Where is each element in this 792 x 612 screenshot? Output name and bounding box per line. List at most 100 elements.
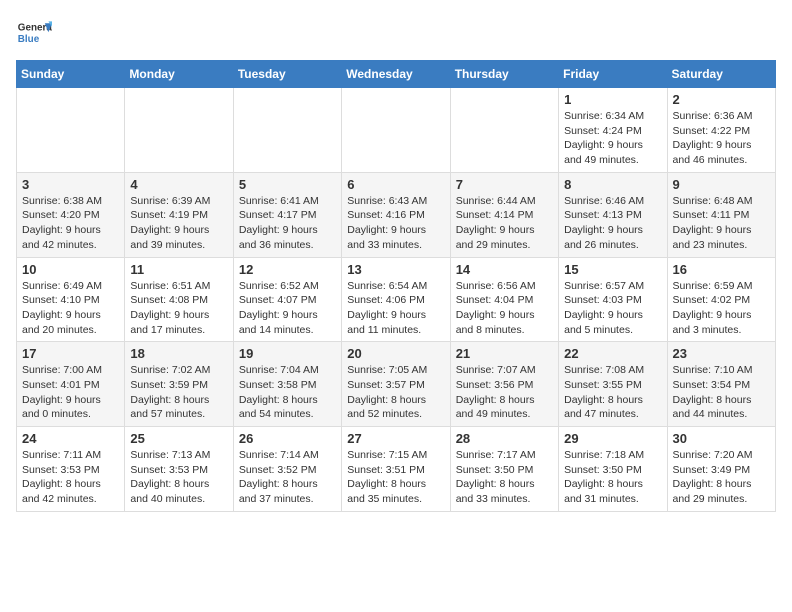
calendar-cell: 11 Sunrise: 6:51 AM Sunset: 4:08 PM Dayli… (125, 257, 233, 342)
day-number: 20 (347, 346, 444, 361)
day-number: 11 (130, 262, 227, 277)
day-number: 30 (673, 431, 770, 446)
day-info: Sunrise: 7:00 AM Sunset: 4:01 PM Dayligh… (22, 363, 119, 422)
day-number: 4 (130, 177, 227, 192)
day-number: 14 (456, 262, 553, 277)
calendar-cell (233, 88, 341, 173)
day-number: 3 (22, 177, 119, 192)
calendar-cell: 21Sunrise: 7:07 AM Sunset: 3:56 PM Dayli… (450, 342, 558, 427)
calendar-table: SundayMondayTuesdayWednesdayThursdayFrid… (16, 60, 776, 512)
day-info: Sunrise: 6:51 AM Sunset: 4:08 PM Dayligh… (130, 279, 227, 338)
day-info: Sunrise: 6:48 AM Sunset: 4:11 PM Dayligh… (673, 194, 770, 253)
day-info: Sunrise: 6:36 AM Sunset: 4:22 PM Dayligh… (673, 109, 770, 168)
day-info: Sunrise: 7:20 AM Sunset: 3:49 PM Dayligh… (673, 448, 770, 507)
day-info: Sunrise: 7:11 AM Sunset: 3:53 PM Dayligh… (22, 448, 119, 507)
day-number: 13 (347, 262, 444, 277)
week-row-3: 10 Sunrise: 6:49 AM Sunset: 4:10 PM Dayli… (17, 257, 776, 342)
day-header-sunday: Sunday (17, 61, 125, 88)
day-number: 2 (673, 92, 770, 107)
day-info: Sunrise: 6:41 AM Sunset: 4:17 PM Dayligh… (239, 194, 336, 253)
day-number: 25 (130, 431, 227, 446)
calendar-cell: 20 Sunrise: 7:05 AM Sunset: 3:57 PM Dayli… (342, 342, 450, 427)
calendar-cell: 26 Sunrise: 7:14 AM Sunset: 3:52 PM Dayli… (233, 427, 341, 512)
calendar-cell: 25 Sunrise: 7:13 AM Sunset: 3:53 PM Dayli… (125, 427, 233, 512)
week-row-1: 1 Sunrise: 6:34 AM Sunset: 4:24 PM Daylig… (17, 88, 776, 173)
calendar-cell: 15 Sunrise: 6:57 AM Sunset: 4:03 PM Dayli… (559, 257, 667, 342)
calendar-cell: 14 Sunrise: 6:56 AM Sunset: 4:04 PM Dayli… (450, 257, 558, 342)
day-header-friday: Friday (559, 61, 667, 88)
day-info: Sunrise: 6:56 AM Sunset: 4:04 PM Dayligh… (456, 279, 553, 338)
week-row-5: 24Sunrise: 7:11 AM Sunset: 3:53 PM Dayli… (17, 427, 776, 512)
day-info: Sunrise: 7:14 AM Sunset: 3:52 PM Dayligh… (239, 448, 336, 507)
calendar-cell: 22 Sunrise: 7:08 AM Sunset: 3:55 PM Dayli… (559, 342, 667, 427)
calendar-cell (450, 88, 558, 173)
day-header-monday: Monday (125, 61, 233, 88)
day-info: Sunrise: 6:38 AM Sunset: 4:20 PM Dayligh… (22, 194, 119, 253)
calendar-cell (342, 88, 450, 173)
calendar-cell: 4 Sunrise: 6:39 AM Sunset: 4:19 PM Daylig… (125, 172, 233, 257)
week-row-4: 17 Sunrise: 7:00 AM Sunset: 4:01 PM Dayli… (17, 342, 776, 427)
calendar-cell (17, 88, 125, 173)
day-number: 5 (239, 177, 336, 192)
calendar-cell: 17 Sunrise: 7:00 AM Sunset: 4:01 PM Dayli… (17, 342, 125, 427)
calendar-cell: 8Sunrise: 6:46 AM Sunset: 4:13 PM Daylig… (559, 172, 667, 257)
day-number: 7 (456, 177, 553, 192)
calendar-cell: 24Sunrise: 7:11 AM Sunset: 3:53 PM Dayli… (17, 427, 125, 512)
day-info: Sunrise: 7:08 AM Sunset: 3:55 PM Dayligh… (564, 363, 661, 422)
calendar-cell: 29Sunrise: 7:18 AM Sunset: 3:50 PM Dayli… (559, 427, 667, 512)
day-info: Sunrise: 6:34 AM Sunset: 4:24 PM Dayligh… (564, 109, 661, 168)
day-info: Sunrise: 7:02 AM Sunset: 3:59 PM Dayligh… (130, 363, 227, 422)
day-number: 19 (239, 346, 336, 361)
day-header-tuesday: Tuesday (233, 61, 341, 88)
week-row-2: 3 Sunrise: 6:38 AM Sunset: 4:20 PM Daylig… (17, 172, 776, 257)
day-number: 27 (347, 431, 444, 446)
calendar-cell: 23 Sunrise: 7:10 AM Sunset: 3:54 PM Dayli… (667, 342, 775, 427)
calendar-cell: 28Sunrise: 7:17 AM Sunset: 3:50 PM Dayli… (450, 427, 558, 512)
day-info: Sunrise: 6:43 AM Sunset: 4:16 PM Dayligh… (347, 194, 444, 253)
page-header: General Blue (16, 16, 776, 52)
day-number: 18 (130, 346, 227, 361)
logo-icon: General Blue (16, 16, 52, 52)
calendar-cell: 5 Sunrise: 6:41 AM Sunset: 4:17 PM Daylig… (233, 172, 341, 257)
calendar-cell: 2 Sunrise: 6:36 AM Sunset: 4:22 PM Daylig… (667, 88, 775, 173)
day-info: Sunrise: 7:04 AM Sunset: 3:58 PM Dayligh… (239, 363, 336, 422)
day-info: Sunrise: 6:52 AM Sunset: 4:07 PM Dayligh… (239, 279, 336, 338)
day-number: 6 (347, 177, 444, 192)
day-number: 21 (456, 346, 553, 361)
day-number: 17 (22, 346, 119, 361)
day-number: 9 (673, 177, 770, 192)
day-info: Sunrise: 6:49 AM Sunset: 4:10 PM Dayligh… (22, 279, 119, 338)
day-header-wednesday: Wednesday (342, 61, 450, 88)
day-number: 15 (564, 262, 661, 277)
calendar-cell: 30 Sunrise: 7:20 AM Sunset: 3:49 PM Dayli… (667, 427, 775, 512)
calendar-cell: 6 Sunrise: 6:43 AM Sunset: 4:16 PM Daylig… (342, 172, 450, 257)
day-info: Sunrise: 6:39 AM Sunset: 4:19 PM Dayligh… (130, 194, 227, 253)
calendar-cell: 16 Sunrise: 6:59 AM Sunset: 4:02 PM Dayli… (667, 257, 775, 342)
day-info: Sunrise: 7:15 AM Sunset: 3:51 PM Dayligh… (347, 448, 444, 507)
day-info: Sunrise: 6:59 AM Sunset: 4:02 PM Dayligh… (673, 279, 770, 338)
day-number: 26 (239, 431, 336, 446)
day-info: Sunrise: 6:57 AM Sunset: 4:03 PM Dayligh… (564, 279, 661, 338)
calendar-cell (125, 88, 233, 173)
day-number: 22 (564, 346, 661, 361)
day-number: 23 (673, 346, 770, 361)
calendar-cell: 13Sunrise: 6:54 AM Sunset: 4:06 PM Dayli… (342, 257, 450, 342)
calendar-cell: 3 Sunrise: 6:38 AM Sunset: 4:20 PM Daylig… (17, 172, 125, 257)
calendar-cell: 18 Sunrise: 7:02 AM Sunset: 3:59 PM Dayli… (125, 342, 233, 427)
day-header-saturday: Saturday (667, 61, 775, 88)
day-info: Sunrise: 7:13 AM Sunset: 3:53 PM Dayligh… (130, 448, 227, 507)
day-header-thursday: Thursday (450, 61, 558, 88)
calendar-cell: 1 Sunrise: 6:34 AM Sunset: 4:24 PM Daylig… (559, 88, 667, 173)
day-number: 12 (239, 262, 336, 277)
calendar-cell: 27 Sunrise: 7:15 AM Sunset: 3:51 PM Dayli… (342, 427, 450, 512)
day-number: 10 (22, 262, 119, 277)
day-info: Sunrise: 7:05 AM Sunset: 3:57 PM Dayligh… (347, 363, 444, 422)
day-number: 1 (564, 92, 661, 107)
svg-text:Blue: Blue (18, 34, 40, 45)
calendar-cell: 19 Sunrise: 7:04 AM Sunset: 3:58 PM Dayli… (233, 342, 341, 427)
day-number: 16 (673, 262, 770, 277)
day-number: 29 (564, 431, 661, 446)
calendar-cell: 7Sunrise: 6:44 AM Sunset: 4:14 PM Daylig… (450, 172, 558, 257)
day-info: Sunrise: 7:10 AM Sunset: 3:54 PM Dayligh… (673, 363, 770, 422)
calendar-cell: 10 Sunrise: 6:49 AM Sunset: 4:10 PM Dayli… (17, 257, 125, 342)
